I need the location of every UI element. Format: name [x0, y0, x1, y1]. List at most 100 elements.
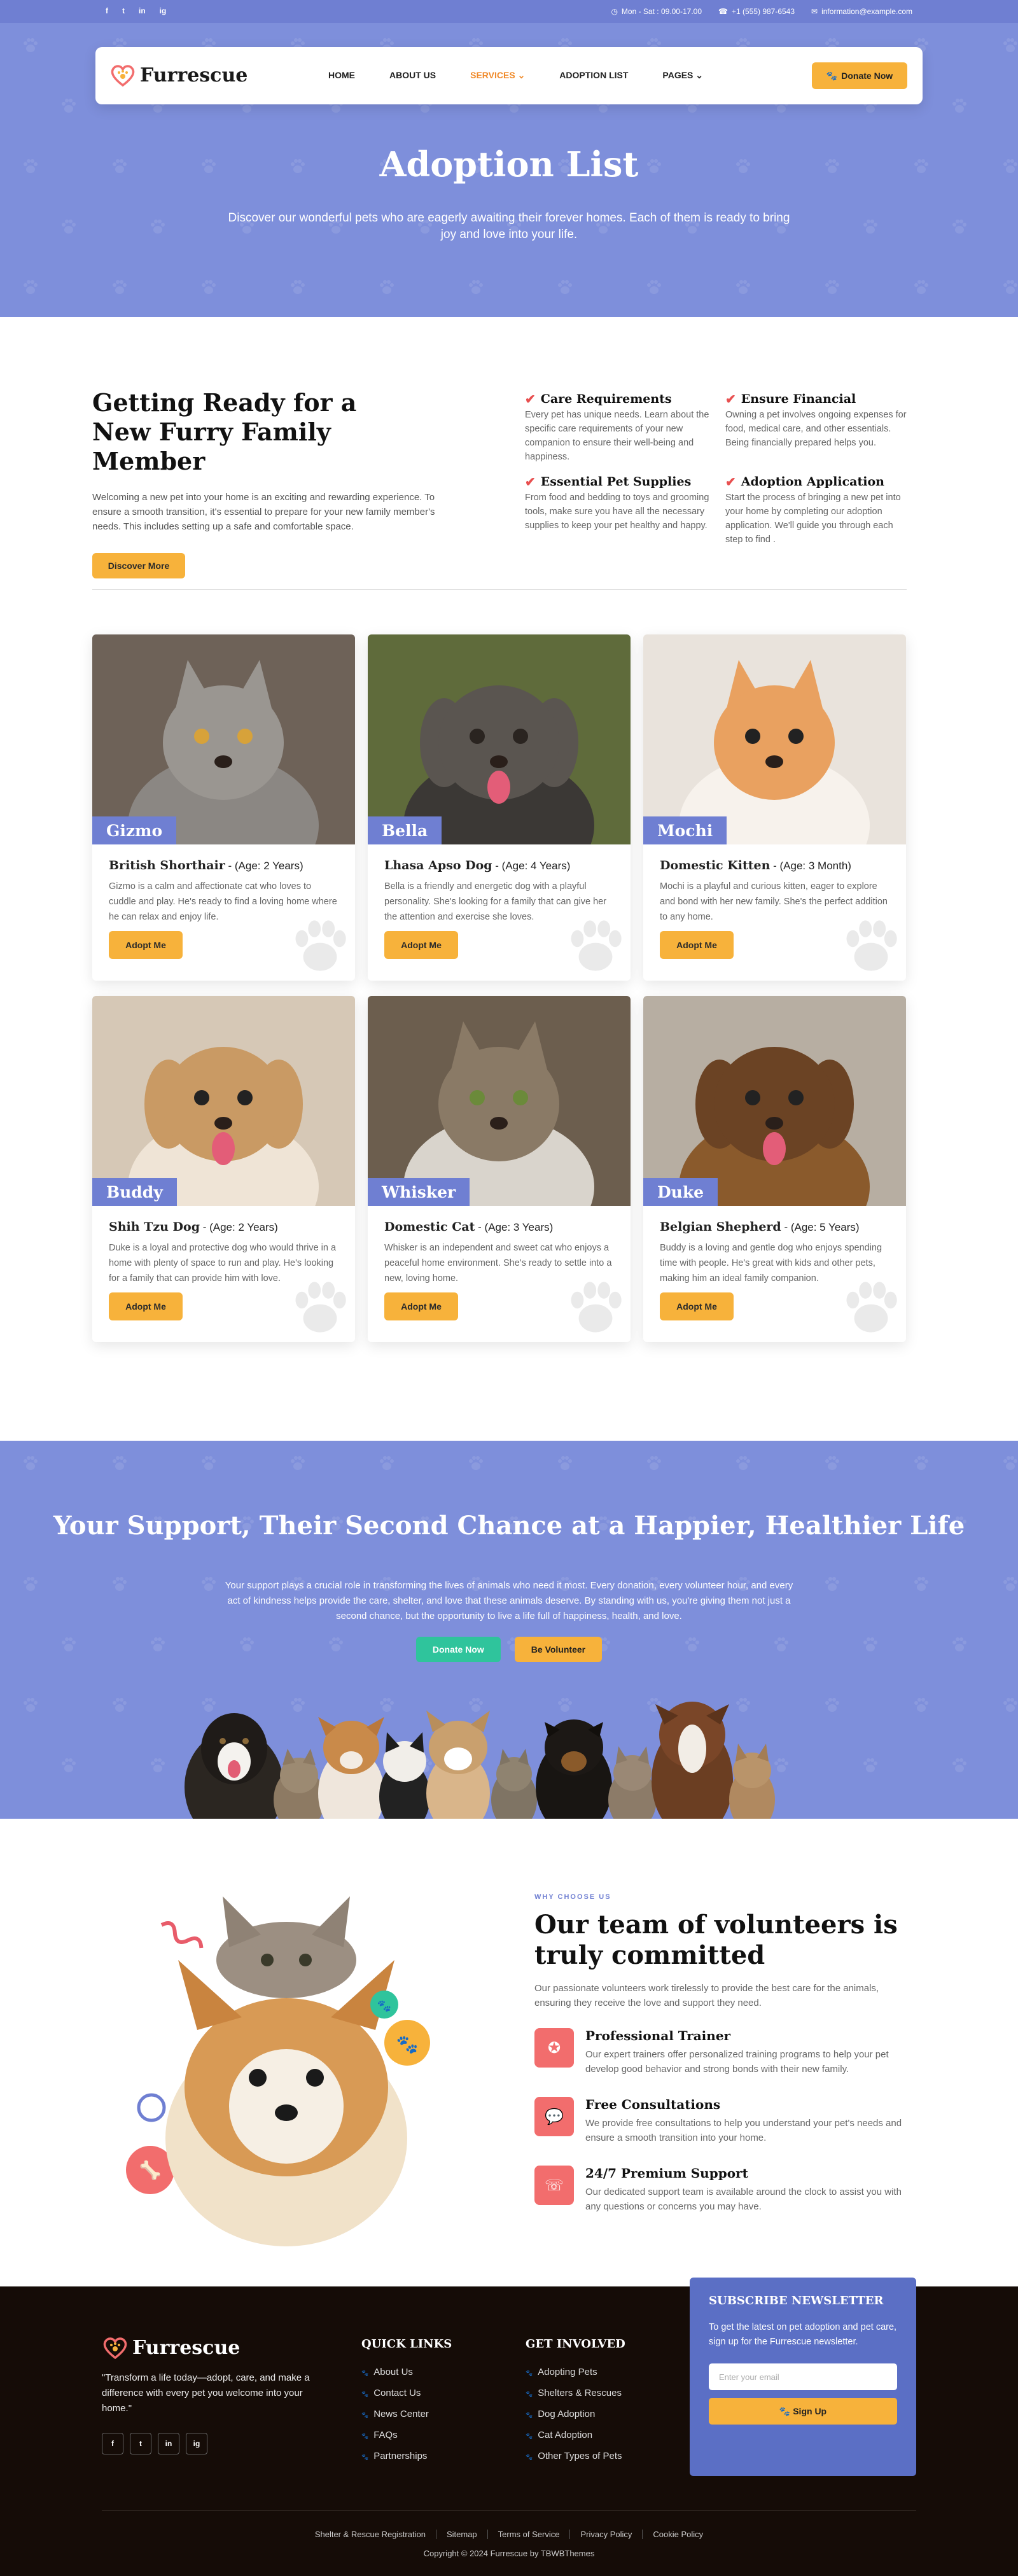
- adopt-me-button[interactable]: Adopt Me: [384, 1292, 458, 1320]
- paw-decoration-icon: [736, 1456, 750, 1470]
- support-donate-button[interactable]: Donate Now: [415, 1637, 501, 1662]
- footer-link[interactable]: Adopting Pets: [526, 2362, 625, 2383]
- pet-card: Mochi Domestic Kitten - (Age: 3 Month) M…: [643, 634, 906, 981]
- phone-info[interactable]: ☎ +1 (555) 987-6543: [718, 7, 795, 16]
- service-text: Our expert trainers offer personalized t…: [585, 2049, 889, 2075]
- feature-title: Ensure Financial: [741, 392, 856, 406]
- email-info[interactable]: ✉ information@example.com: [811, 7, 912, 16]
- adopt-me-button[interactable]: Adopt Me: [660, 931, 734, 959]
- paw-decoration-icon: [112, 280, 127, 294]
- pet-card: Buddy Shih Tzu Dog - (Age: 2 Years) Duke…: [92, 996, 355, 1342]
- top-bar: f t in ig ◷ Mon - Sat : 09.00-17.00 ☎ +1 (…: [0, 0, 1018, 23]
- instagram-icon[interactable]: ig: [160, 6, 167, 15]
- footer-link[interactable]: Partnerships: [361, 2446, 452, 2467]
- bottom-link[interactable]: Sitemap: [436, 2530, 488, 2539]
- dog-2: [318, 1717, 384, 1819]
- dog-4: [536, 1719, 612, 1819]
- nav-pages[interactable]: PAGES ⌄: [662, 70, 703, 81]
- nav-services-label: SERVICES: [470, 70, 515, 80]
- email-text: information@example.com: [821, 7, 912, 16]
- cat-5: [729, 1744, 775, 1819]
- signup-button[interactable]: 🐾 Sign Up: [709, 2398, 897, 2425]
- dog-1: [185, 1713, 284, 1819]
- nav-services[interactable]: SERVICES ⌄: [470, 70, 525, 81]
- instagram-icon[interactable]: ig: [186, 2433, 207, 2454]
- footer-link[interactable]: News Center: [361, 2404, 452, 2425]
- footer-link[interactable]: Cat Adoption: [526, 2425, 625, 2446]
- discover-more-button[interactable]: Discover More: [92, 553, 185, 578]
- nav-home[interactable]: HOME: [328, 70, 355, 81]
- pet-photo: Whisker: [368, 996, 631, 1206]
- pet-age: - (Age: 3 Month): [770, 860, 851, 872]
- get-involved: GET INVOLVED Adopting Pets Shelters & Re…: [526, 2337, 625, 2467]
- service-consultations: 💬 Free Consultations We provide free con…: [534, 2097, 910, 2148]
- donate-button[interactable]: 🐾 Donate Now: [812, 62, 907, 89]
- paw-decoration-icon: [468, 1456, 483, 1470]
- logo-text: Furrescue: [140, 64, 248, 87]
- pet-photo: Duke: [643, 996, 906, 1206]
- page-title: Adoption List: [379, 144, 639, 185]
- adopt-me-button[interactable]: Adopt Me: [384, 931, 458, 959]
- paw-decoration-icon: [1003, 280, 1017, 294]
- pet-breed: Shih Tzu Dog: [109, 1220, 200, 1234]
- service-trainer: ✪ Professional Trainer Our expert traine…: [534, 2028, 910, 2079]
- feature-text: Start the process of bringing a new pet …: [725, 493, 901, 545]
- paw-decoration-icon: [201, 1577, 216, 1591]
- bottom-link[interactable]: Cookie Policy: [643, 2530, 713, 2539]
- paw-decoration-icon: [914, 280, 928, 294]
- paw-decoration-icon: [646, 1456, 661, 1470]
- service-support: ☏ 24/7 Premium Support Our dedicated sup…: [534, 2166, 910, 2216]
- check-icon: ✔: [725, 391, 736, 407]
- bottom-link[interactable]: Shelter & Rescue Registration: [305, 2530, 436, 2539]
- paw-watermark-icon: [571, 1282, 622, 1333]
- footer-link[interactable]: Dog Adoption: [526, 2404, 625, 2425]
- footer-link[interactable]: Contact Us: [361, 2383, 452, 2404]
- feature-title: Adoption Application: [741, 475, 884, 489]
- newsletter-email-input[interactable]: Enter your email: [709, 2363, 897, 2390]
- nav-adoption-list[interactable]: ADOPTION LIST: [559, 70, 628, 81]
- paw-watermark-icon: [295, 1282, 346, 1333]
- nav-about[interactable]: ABOUT US: [389, 70, 436, 81]
- linkedin-icon[interactable]: in: [139, 6, 146, 15]
- cat-1: [274, 1749, 324, 1819]
- linkedin-icon[interactable]: in: [158, 2433, 179, 2454]
- adopt-me-button[interactable]: Adopt Me: [109, 931, 183, 959]
- paw-decoration-icon: [825, 1577, 839, 1591]
- paw-watermark-icon: [295, 920, 346, 971]
- pet-name-tag: Buddy: [92, 1178, 177, 1206]
- paw-decoration-icon: [825, 280, 839, 294]
- footer-link[interactable]: Shelters & Rescues: [526, 2383, 625, 2404]
- footer-link[interactable]: About Us: [361, 2362, 452, 2383]
- quick-links-title: QUICK LINKS: [361, 2337, 452, 2351]
- paw-decoration-icon: [112, 1577, 127, 1591]
- twitter-icon[interactable]: t: [130, 2433, 151, 2454]
- squiggle-decoration: [160, 1921, 204, 1949]
- facebook-icon[interactable]: f: [102, 2433, 123, 2454]
- volunteers-title: Our team of volunteers is truly committe…: [534, 1910, 898, 1970]
- footer-logo[interactable]: Furrescue: [102, 2336, 240, 2359]
- footer-quote: "Transform a life today—adopt, care, and…: [102, 2372, 310, 2414]
- volunteer-button[interactable]: Be Volunteer: [514, 1637, 603, 1662]
- bottom-link[interactable]: Privacy Policy: [570, 2530, 643, 2539]
- nav-pages-label: PAGES: [662, 70, 694, 80]
- footer-link[interactable]: FAQs: [361, 2425, 452, 2446]
- volunteers-section: WHY CHOOSE US Our team of volunteers is …: [534, 1893, 910, 2216]
- facebook-icon[interactable]: f: [106, 6, 108, 15]
- adopt-me-button[interactable]: Adopt Me: [109, 1292, 183, 1320]
- bottom-link[interactable]: Terms of Service: [488, 2530, 571, 2539]
- feature-care: ✔ Care Requirements Every pet has unique …: [525, 391, 709, 464]
- adopt-me-button[interactable]: Adopt Me: [660, 1292, 734, 1320]
- footer-logo-text: Furrescue: [132, 2336, 241, 2359]
- logo[interactable]: Furrescue: [109, 64, 248, 87]
- paw-decoration-icon: [23, 1577, 38, 1591]
- footer-link[interactable]: Other Types of Pets: [526, 2446, 625, 2467]
- pet-card: Bella Lhasa Apso Dog - (Age: 4 Years) Be…: [368, 634, 631, 981]
- footer-social: f t in ig: [102, 2433, 207, 2454]
- pet-name-tag: Duke: [643, 1178, 718, 1206]
- footer-divider: [102, 2510, 916, 2511]
- footer: Furrescue "Transform a life today—adopt,…: [0, 2278, 1018, 2576]
- twitter-icon[interactable]: t: [122, 6, 125, 15]
- paw-icon: 🐾: [377, 1999, 391, 2012]
- paw-decoration-icon: [863, 220, 877, 234]
- service-text: Our dedicated support team is available …: [585, 2187, 902, 2212]
